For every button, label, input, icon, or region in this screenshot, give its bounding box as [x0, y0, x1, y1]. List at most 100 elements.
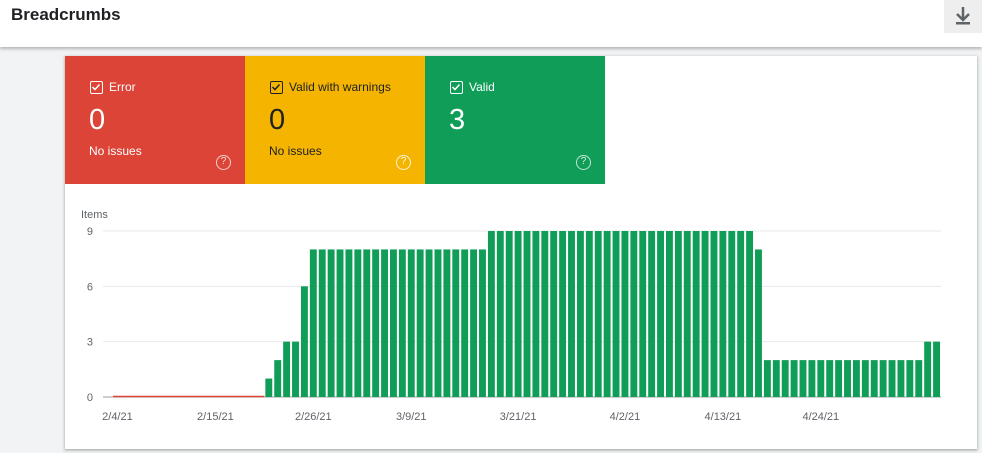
- valid-label: Valid: [469, 80, 495, 94]
- valid-bar[interactable]: [790, 360, 798, 397]
- valid-bar[interactable]: [657, 231, 664, 397]
- valid-bar[interactable]: [505, 231, 513, 397]
- valid-bar[interactable]: [559, 231, 567, 397]
- valid-bar[interactable]: [407, 249, 415, 397]
- valid-bar[interactable]: [719, 231, 727, 397]
- valid-tile[interactable]: Valid 3 ?: [425, 56, 605, 184]
- valid-bar[interactable]: [808, 360, 816, 397]
- valid-bar[interactable]: [746, 231, 754, 397]
- valid-bar[interactable]: [345, 249, 353, 397]
- valid-bar[interactable]: [363, 249, 371, 397]
- valid-bar[interactable]: [390, 249, 397, 397]
- valid-bar[interactable]: [274, 360, 282, 397]
- x-tick-label: 4/2/21: [610, 411, 641, 423]
- valid-bar[interactable]: [897, 360, 905, 397]
- valid-bar[interactable]: [692, 231, 700, 397]
- valid-bar[interactable]: [354, 249, 362, 397]
- valid-bar[interactable]: [781, 360, 789, 397]
- y-axis-title: Items: [81, 209, 108, 221]
- warnings-checkbox[interactable]: [270, 81, 283, 94]
- valid-bar[interactable]: [710, 231, 718, 397]
- valid-bar[interactable]: [755, 249, 762, 397]
- warnings-count: 0: [269, 104, 286, 136]
- valid-bar[interactable]: [398, 249, 406, 397]
- valid-bar[interactable]: [861, 360, 869, 397]
- help-icon[interactable]: ?: [576, 155, 591, 170]
- valid-bar[interactable]: [817, 360, 825, 397]
- valid-bar[interactable]: [772, 360, 780, 397]
- valid-bar[interactable]: [924, 341, 932, 397]
- valid-bar[interactable]: [327, 249, 335, 397]
- y-tick-label: 0: [87, 392, 93, 404]
- valid-bar[interactable]: [541, 231, 549, 397]
- valid-bar[interactable]: [487, 231, 495, 397]
- x-tick-label: 2/15/21: [197, 411, 234, 423]
- valid-bar[interactable]: [826, 360, 834, 397]
- valid-bar[interactable]: [283, 341, 291, 397]
- valid-bar[interactable]: [416, 249, 424, 397]
- x-tick-label: 3/9/21: [396, 411, 427, 423]
- valid-bar[interactable]: [292, 341, 299, 397]
- valid-bar[interactable]: [835, 360, 843, 397]
- valid-bar[interactable]: [336, 249, 344, 397]
- valid-bar[interactable]: [933, 341, 940, 397]
- valid-bar[interactable]: [915, 360, 923, 397]
- y-tick-label: 9: [87, 226, 93, 238]
- valid-checkbox[interactable]: [450, 81, 463, 94]
- help-icon[interactable]: ?: [216, 155, 231, 170]
- valid-bar[interactable]: [496, 231, 504, 397]
- error-checkbox[interactable]: [90, 81, 103, 94]
- valid-bar[interactable]: [799, 360, 807, 397]
- valid-bar[interactable]: [594, 231, 602, 397]
- check-icon: [271, 83, 281, 91]
- valid-bar[interactable]: [630, 231, 638, 397]
- valid-bar[interactable]: [550, 231, 558, 397]
- valid-bar[interactable]: [701, 231, 709, 397]
- valid-bar[interactable]: [470, 249, 478, 397]
- valid-bar[interactable]: [452, 249, 460, 397]
- help-icon[interactable]: ?: [396, 155, 411, 170]
- warnings-tile[interactable]: Valid with warnings 0 No issues ?: [245, 56, 425, 184]
- valid-bar[interactable]: [425, 249, 433, 397]
- valid-bar[interactable]: [683, 231, 691, 397]
- valid-bar[interactable]: [461, 249, 469, 397]
- x-tick-label: 2/26/21: [295, 411, 332, 423]
- valid-bar[interactable]: [523, 231, 531, 397]
- valid-bar[interactable]: [612, 231, 620, 397]
- valid-bar[interactable]: [603, 231, 611, 397]
- valid-bar[interactable]: [888, 360, 896, 397]
- error-tile[interactable]: Error 0 No issues ?: [65, 56, 245, 184]
- valid-bar[interactable]: [844, 360, 851, 397]
- valid-bar[interactable]: [639, 231, 647, 397]
- valid-bar[interactable]: [737, 231, 745, 397]
- valid-bar[interactable]: [318, 249, 326, 397]
- valid-bar[interactable]: [479, 249, 486, 397]
- valid-bar[interactable]: [728, 231, 736, 397]
- valid-bar[interactable]: [666, 231, 673, 397]
- download-button[interactable]: [944, 0, 982, 33]
- valid-bar[interactable]: [648, 231, 656, 397]
- valid-bar[interactable]: [906, 360, 914, 397]
- valid-bar[interactable]: [434, 249, 442, 397]
- valid-bar[interactable]: [265, 378, 273, 397]
- valid-bar[interactable]: [300, 286, 308, 397]
- check-icon: [91, 83, 101, 91]
- valid-bar[interactable]: [585, 231, 593, 397]
- valid-bar[interactable]: [763, 360, 771, 397]
- valid-bar[interactable]: [674, 231, 682, 397]
- valid-bar[interactable]: [309, 249, 317, 397]
- header: Breadcrumbs: [0, 0, 982, 47]
- valid-bar[interactable]: [879, 360, 887, 397]
- warnings-label: Valid with warnings: [289, 80, 391, 94]
- valid-bar[interactable]: [372, 249, 380, 397]
- valid-bar[interactable]: [443, 249, 451, 397]
- valid-bar[interactable]: [568, 231, 575, 397]
- valid-bar[interactable]: [532, 231, 540, 397]
- valid-bar[interactable]: [870, 360, 878, 397]
- page-title: Breadcrumbs: [11, 5, 121, 24]
- valid-bar[interactable]: [381, 249, 388, 397]
- valid-bar[interactable]: [514, 231, 522, 397]
- valid-bar[interactable]: [852, 360, 860, 397]
- valid-bar[interactable]: [576, 231, 584, 397]
- valid-bar[interactable]: [621, 231, 629, 397]
